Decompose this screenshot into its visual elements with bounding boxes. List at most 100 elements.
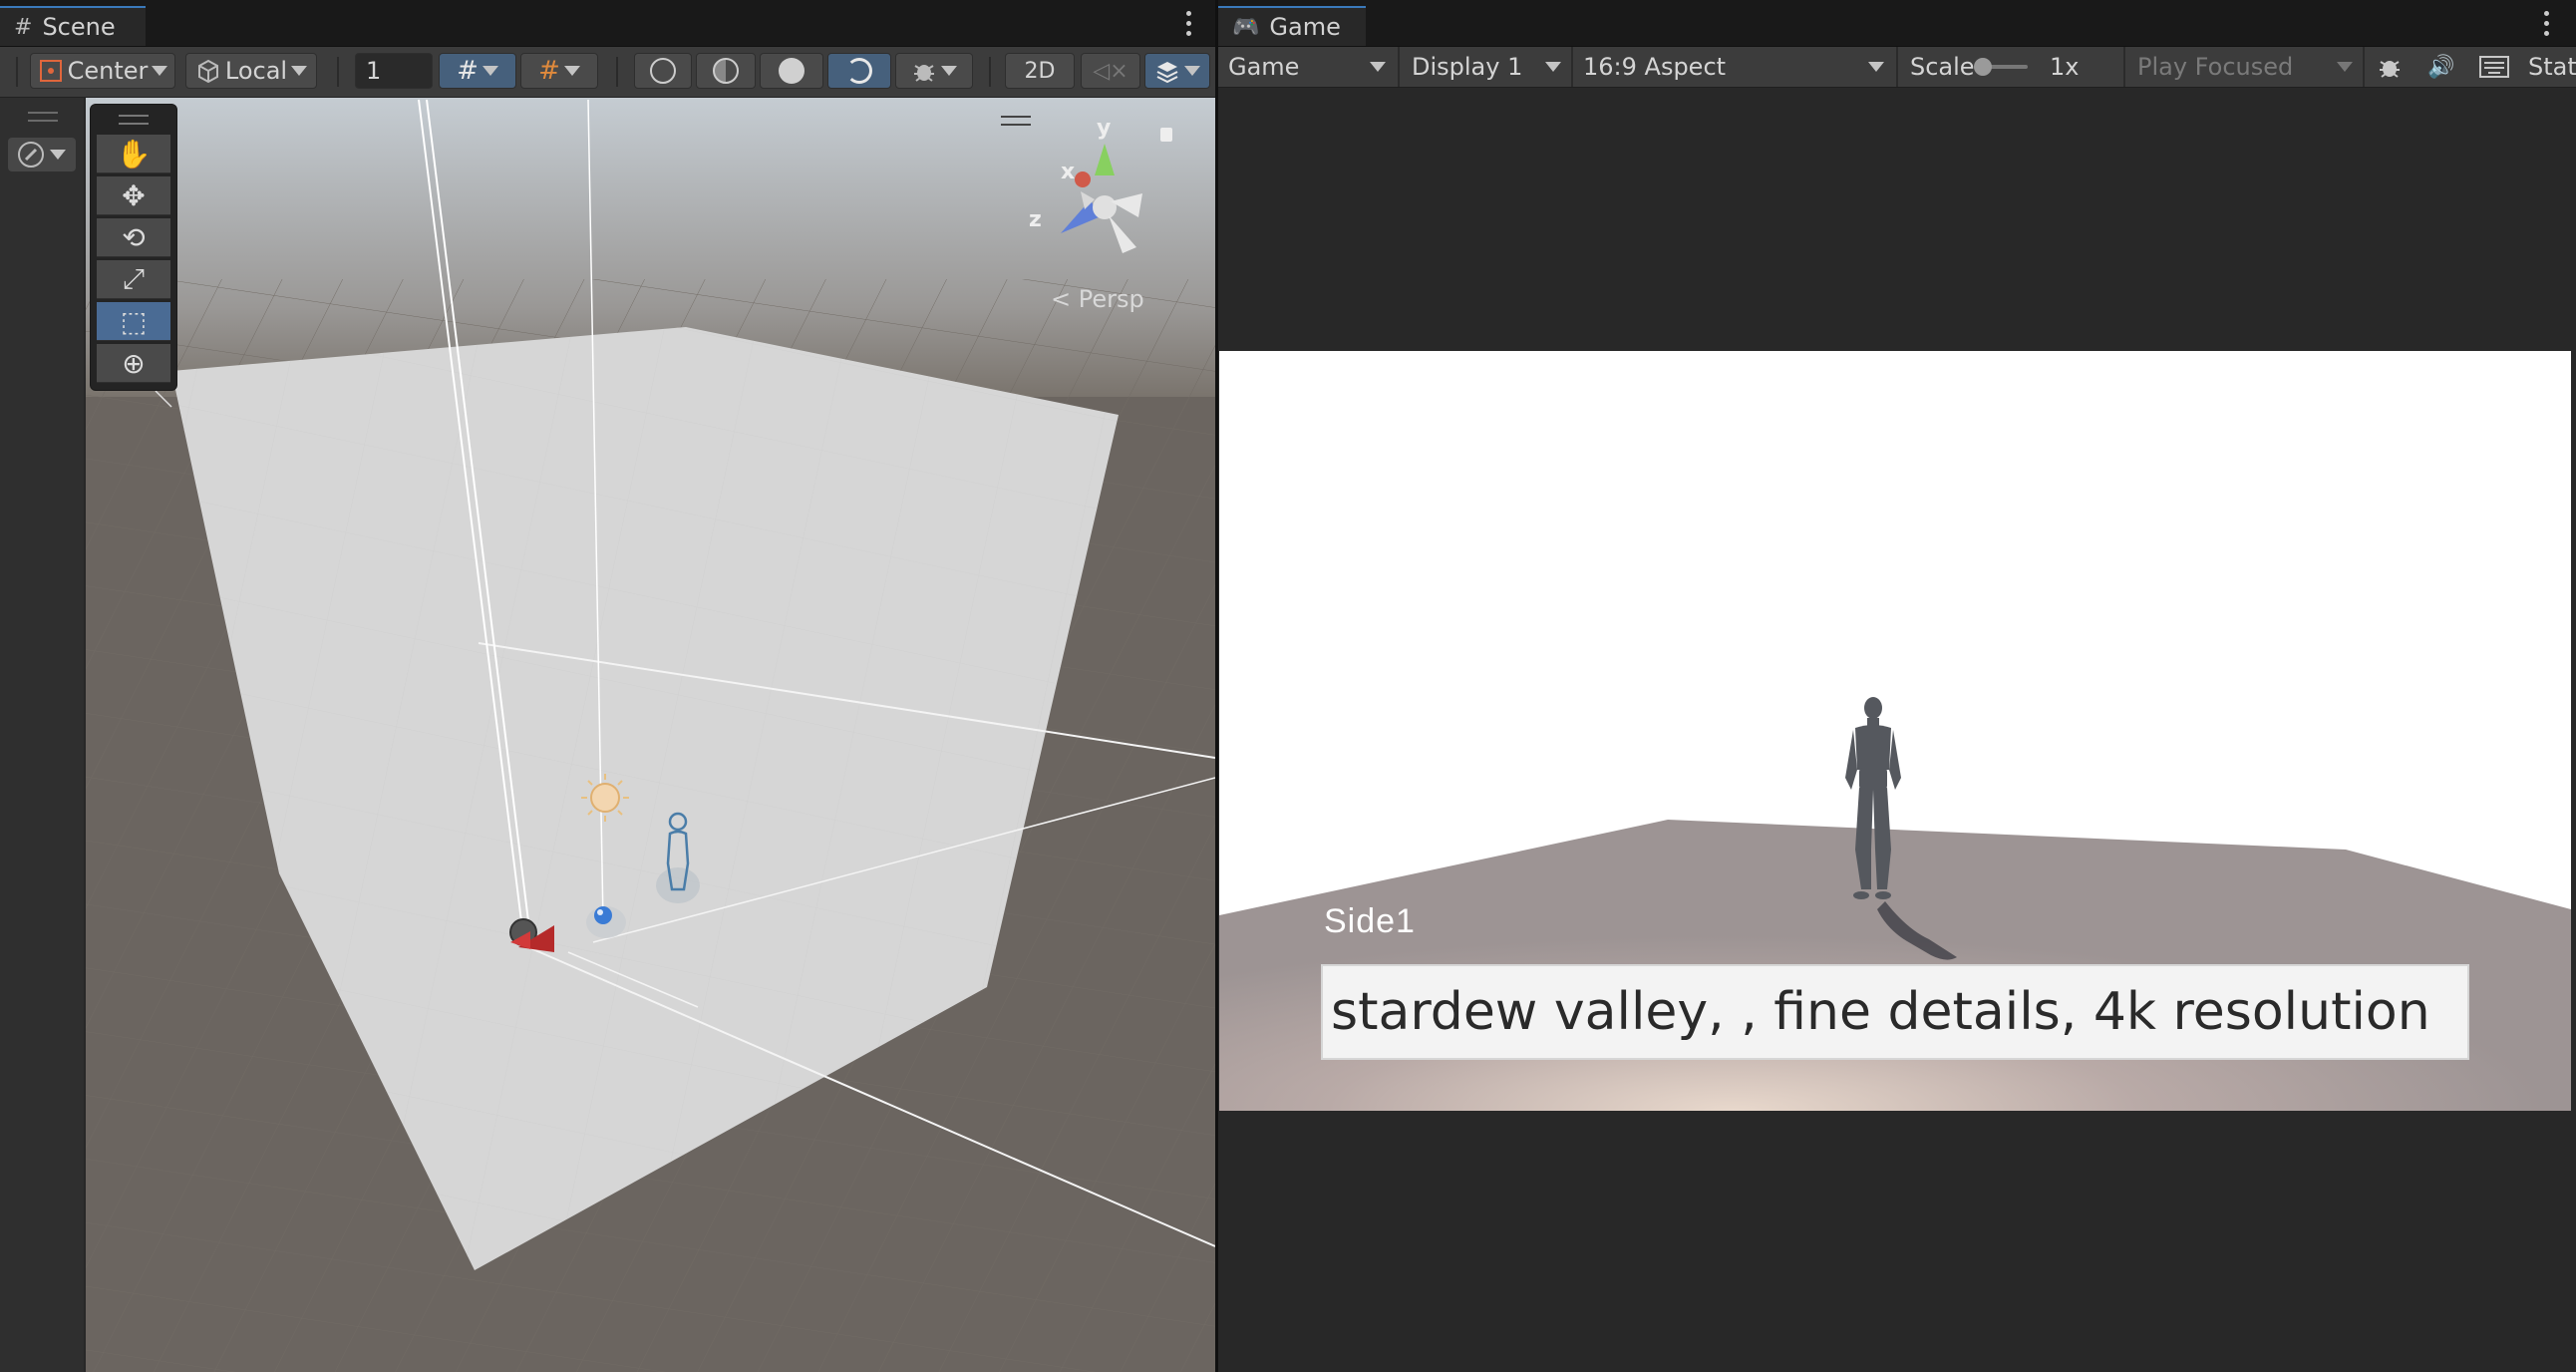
shaded-draw-mode-button[interactable] [760, 53, 823, 89]
pivot-space-label: Local [224, 57, 288, 85]
pivot-space-dropdown[interactable]: Local [185, 53, 317, 89]
pivot-center-icon [39, 60, 62, 82]
scene-viewport[interactable]: y x z < Persp [86, 98, 1215, 1372]
tool-palette: ✋ ✥ ⟲ ⤢ ⬚ ⊕ [90, 104, 177, 391]
gamepad-icon: 🎮 [1232, 14, 1260, 40]
audio-toggle-button[interactable]: ◁× [1081, 53, 1140, 89]
display-label: Display 1 [1412, 53, 1523, 81]
chevron-down-icon [2337, 62, 2353, 72]
scale-value-text: 1x [2050, 53, 2080, 81]
gizmo-z-label: z [1029, 207, 1042, 232]
shaded-sphere-icon [779, 58, 805, 84]
chevron-down-icon [941, 66, 957, 76]
bug-icon [914, 65, 934, 82]
lock-icon[interactable] [1160, 128, 1172, 142]
grid-size-input[interactable]: 1 [355, 53, 433, 89]
mute-audio-button[interactable]: 🔊 [2416, 47, 2466, 87]
unlit-draw-mode-button[interactable] [827, 53, 891, 89]
side-label: Side1 [1324, 902, 1416, 940]
transform-icon: ⊕ [122, 346, 146, 380]
grid-visibility-toggle[interactable]: # [439, 53, 516, 89]
rect-tool-button[interactable]: ⬚ [97, 302, 170, 341]
view-mode-dropdown[interactable]: Game [1218, 47, 1396, 87]
scene-tab[interactable]: # Scene [0, 6, 146, 46]
orientation-overlay-dropdown[interactable] [8, 138, 76, 172]
scale-slider-knob[interactable] [1974, 58, 1992, 76]
orientation-gizmo[interactable] [1041, 128, 1160, 257]
scene-tab-label: Scene [42, 13, 116, 41]
unlit-sphere-icon [846, 58, 872, 84]
chevron-down-icon [291, 66, 308, 76]
chevron-down-icon [1370, 62, 1386, 72]
stats-label: Stats [2528, 53, 2576, 81]
move-tool-button[interactable]: ✥ [97, 176, 170, 215]
toolbar-separator [337, 57, 339, 87]
grid-snap-icon: # [457, 56, 479, 86]
prompt-text-field[interactable]: stardew valley, , fine details, 4k resol… [1321, 964, 2469, 1060]
debug-draw-mode-dropdown[interactable] [895, 53, 973, 89]
wireframe-draw-mode-button[interactable] [634, 53, 692, 89]
game-tab[interactable]: 🎮 Game [1218, 6, 1366, 46]
scale-value: 1x [2040, 47, 2099, 87]
scale-slider-track[interactable] [1974, 58, 2028, 76]
game-tab-label: Game [1269, 13, 1341, 41]
chevron-down-icon [1184, 66, 1200, 76]
grip-handle-icon[interactable] [119, 115, 149, 125]
chevron-down-icon [50, 150, 66, 160]
mode-2d-label: 2D [1024, 58, 1056, 84]
hand-tool-button[interactable]: ✋ [97, 135, 170, 173]
grid-size-value: 1 [366, 57, 382, 85]
chevron-left-icon: < [1051, 285, 1072, 313]
compass-icon [18, 142, 44, 168]
chevron-down-icon [152, 66, 168, 76]
scene-more-menu-icon[interactable] [1182, 6, 1194, 40]
game-more-menu-icon[interactable] [2540, 6, 2552, 40]
rotate-tool-button[interactable]: ⟲ [97, 218, 170, 257]
shaded-wireframe-button[interactable] [696, 53, 756, 89]
wireframe-sphere-icon [650, 58, 676, 84]
move-icon: ✥ [122, 178, 146, 212]
aspect-label: 16:9 Aspect [1583, 53, 1727, 81]
scale-icon: ⤢ [122, 262, 146, 295]
chevron-down-icon [1545, 62, 1561, 72]
shaded-wireframe-icon [713, 58, 739, 84]
mode-2d-toggle[interactable]: 2D [1005, 53, 1075, 89]
transform-tool-button[interactable]: ⊕ [97, 344, 170, 383]
probe-object-icon[interactable] [586, 906, 626, 938]
aspect-dropdown[interactable]: 16:9 Aspect [1573, 47, 1894, 87]
stats-toggle[interactable]: Stats [2518, 47, 2576, 87]
shortcuts-button[interactable] [2468, 47, 2520, 87]
scene-tab-bar: # Scene [0, 0, 1215, 47]
keyboard-icon [2479, 56, 2509, 78]
display-dropdown[interactable]: Display 1 [1402, 47, 1571, 87]
play-mode-label: Play Focused [2137, 53, 2294, 81]
toolbar-separator [616, 57, 618, 87]
play-mode-dropdown[interactable]: Play Focused [2127, 47, 2363, 87]
grip-handle-icon[interactable] [28, 112, 58, 122]
projection-toggle[interactable]: < Persp [1051, 285, 1144, 313]
toolbar-separator [16, 57, 18, 87]
rect-tool-icon: ⬚ [120, 304, 148, 338]
chevron-down-icon [482, 66, 498, 76]
scale-label: Scale [1900, 47, 1975, 87]
game-toolbar: Game Display 1 16:9 Aspect Scale 1x Play… [1218, 47, 2576, 88]
snap-increment-icon: # [538, 56, 560, 86]
grid-snapping-toggle[interactable]: # [520, 53, 598, 89]
scene-toolbar: Center Local 1 # # 2D ◁× [0, 47, 1215, 98]
layers-icon [1156, 62, 1178, 84]
toolbar-separator [989, 57, 991, 87]
scene-3d-view [86, 98, 1215, 1372]
chevron-down-icon [1868, 62, 1884, 72]
grid-hash-icon: # [14, 14, 33, 40]
pivot-mode-label: Center [67, 57, 149, 85]
prompt-text: stardew valley, , fine details, 4k resol… [1331, 982, 2430, 1042]
effects-dropdown[interactable] [1144, 53, 1210, 89]
scene-panel: # Scene Center Local 1 # # 2D ◁× y x z <… [0, 0, 1215, 1372]
scale-slider[interactable] [1968, 47, 2044, 87]
scale-tool-button[interactable]: ⤢ [97, 260, 170, 299]
projection-label: Persp [1078, 285, 1144, 313]
pivot-mode-dropdown[interactable]: Center [30, 53, 175, 89]
scale-label-text: Scale [1910, 53, 1975, 81]
frame-debugger-button[interactable] [2365, 47, 2415, 87]
grip-handle-icon[interactable] [1001, 116, 1031, 126]
